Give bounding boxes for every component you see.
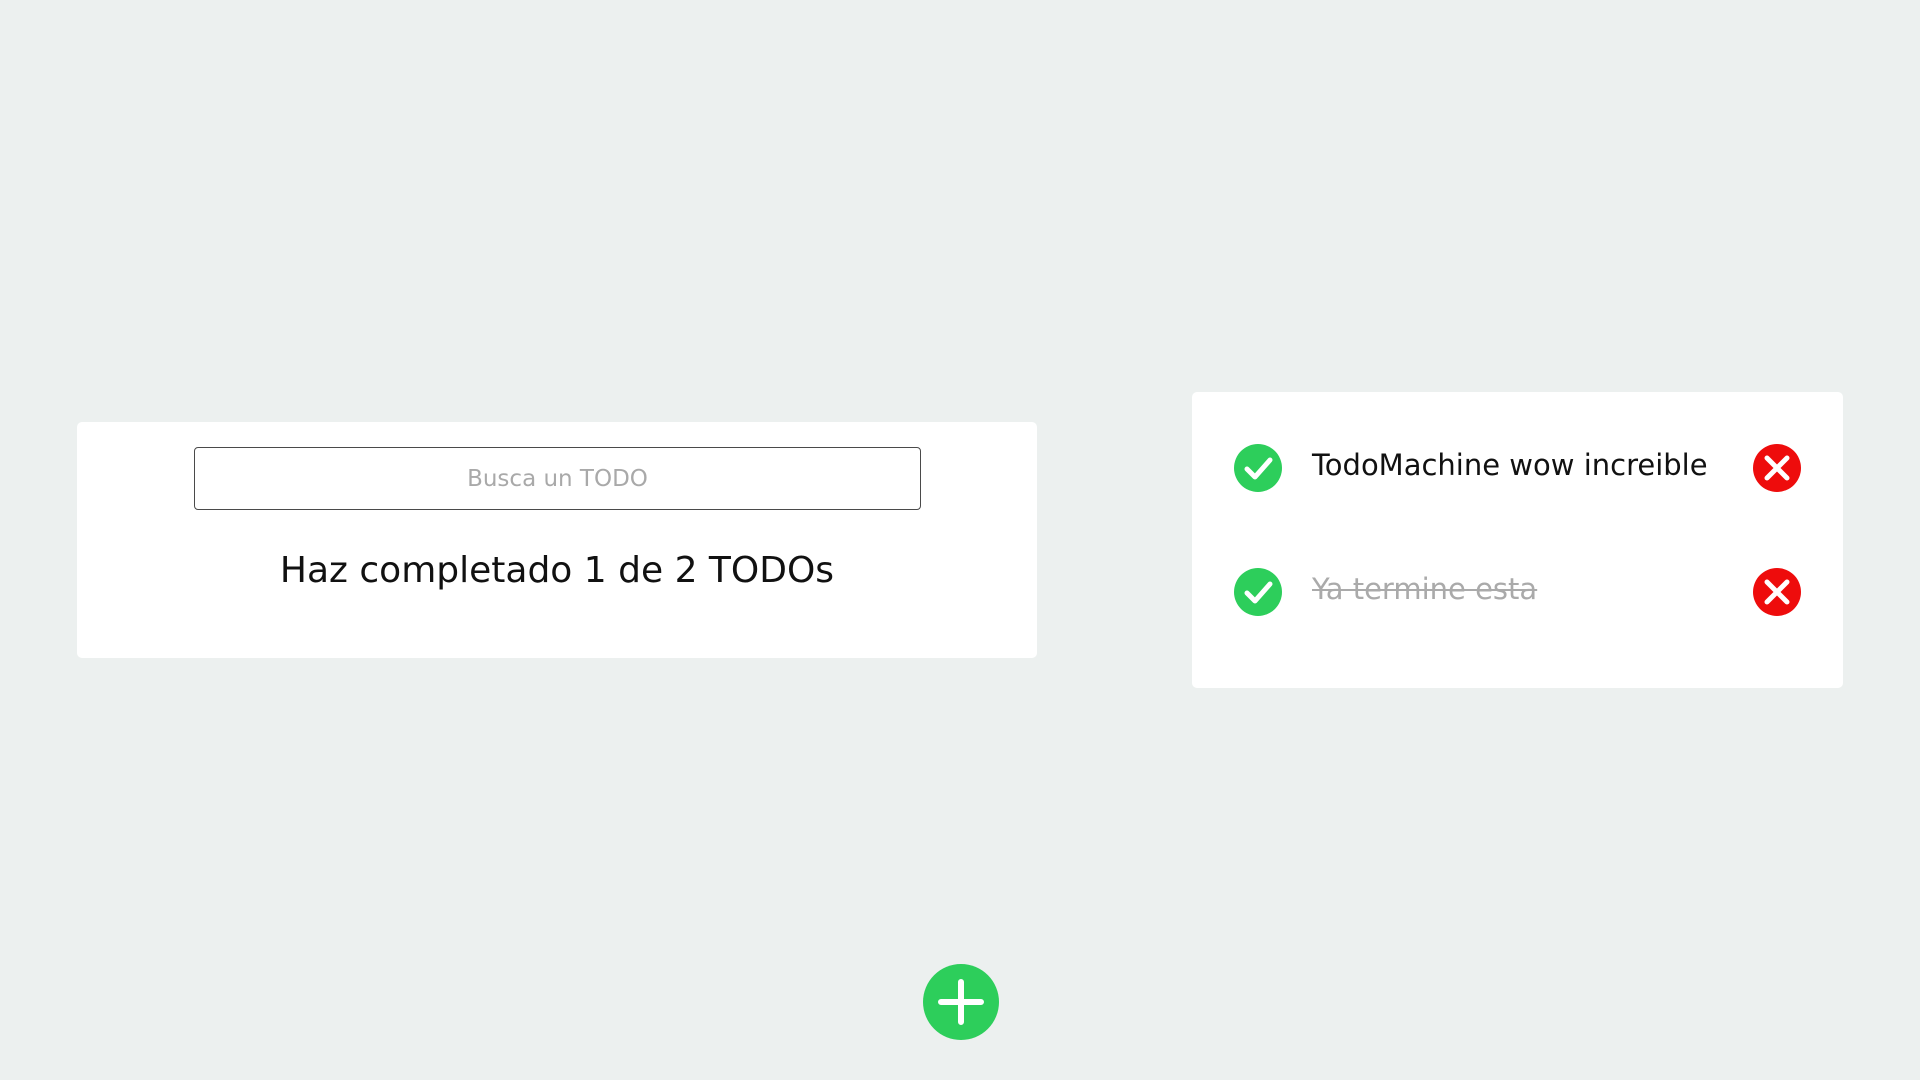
delete-x-icon[interactable] (1753, 568, 1801, 616)
todo-list: TodoMachine wow increible Ya termine est… (1192, 392, 1843, 688)
check-circle-icon[interactable] (1234, 568, 1282, 616)
search-input[interactable] (194, 447, 921, 510)
plus-circle-icon (923, 964, 999, 1040)
todo-counter: Haz completado 1 de 2 TODOs (279, 550, 835, 591)
todo-item: Ya termine esta (1192, 562, 1843, 622)
todo-text: TodoMachine wow increible (1312, 448, 1708, 482)
search-panel: Haz completado 1 de 2 TODOs (77, 422, 1037, 658)
add-todo-button[interactable] (923, 964, 999, 1040)
check-circle-icon[interactable] (1234, 444, 1282, 492)
delete-x-icon[interactable] (1753, 444, 1801, 492)
todo-item: TodoMachine wow increible (1192, 438, 1843, 498)
todo-text-completed: Ya termine esta (1312, 572, 1538, 606)
